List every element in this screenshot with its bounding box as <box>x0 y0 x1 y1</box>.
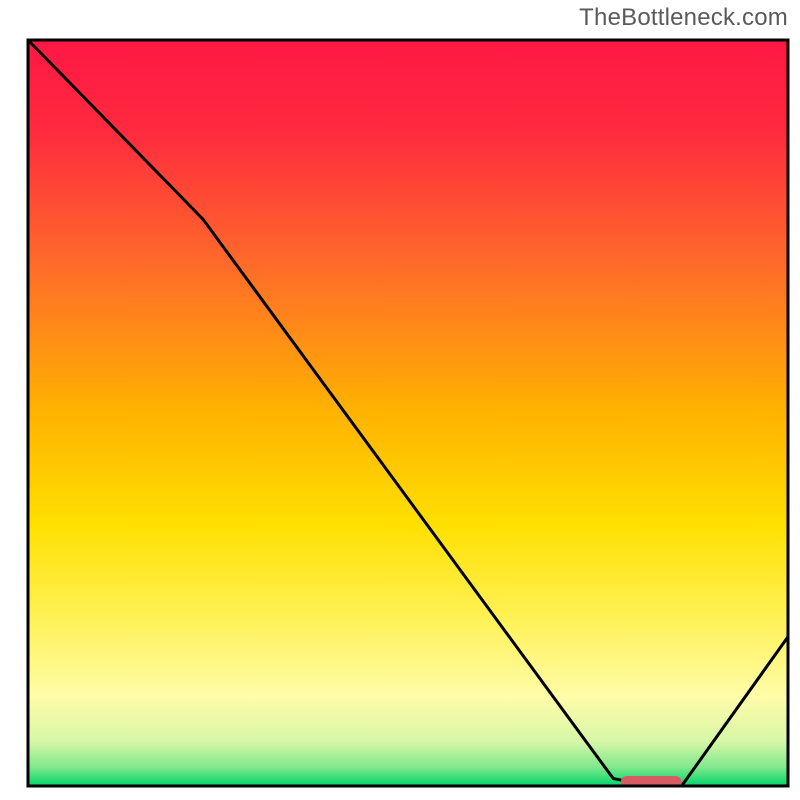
plot-area <box>28 40 788 789</box>
bottleneck-chart: TheBottleneck.com <box>0 0 800 800</box>
gradient-background <box>28 40 788 786</box>
chart-svg <box>0 0 800 800</box>
watermark-label: TheBottleneck.com <box>579 4 788 32</box>
